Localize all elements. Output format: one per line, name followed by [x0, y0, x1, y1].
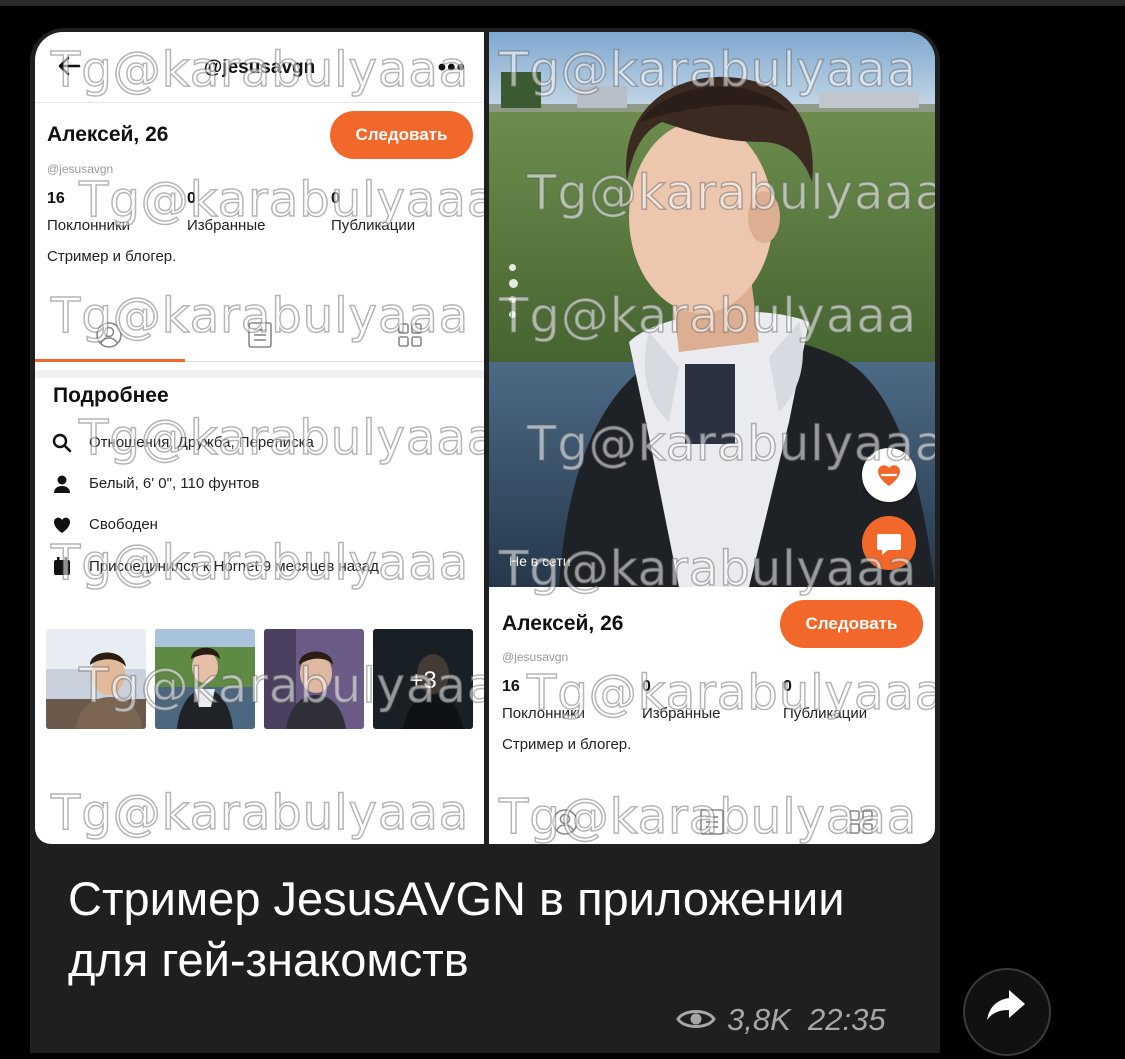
top-divider	[0, 0, 1125, 6]
profile-bio: Стример и блогер.	[502, 736, 632, 753]
detail-joined: Присоединился к Hornet 9 месяцев назад	[89, 558, 379, 575]
view-count: 3,8K	[727, 1002, 791, 1037]
more-options-icon[interactable]: •••	[438, 54, 466, 82]
share-button[interactable]	[963, 968, 1051, 1056]
profile-photo[interactable]	[489, 32, 935, 587]
fans-count: 16	[47, 190, 65, 207]
calendar-icon	[54, 557, 70, 575]
posts-count: 0	[783, 678, 792, 695]
heart-icon	[53, 517, 71, 533]
share-arrow-icon	[987, 990, 1025, 1020]
photo-thumbnail-3[interactable]	[264, 629, 364, 729]
heart-icon	[878, 465, 900, 486]
photo-thumbnail-2[interactable]	[155, 629, 255, 729]
online-status: Не в сети	[509, 553, 571, 569]
posts-tab-icon[interactable]	[697, 807, 727, 837]
fans-label[interactable]: Поклонники	[47, 217, 130, 234]
follow-button[interactable]: Следовать	[330, 111, 473, 159]
profile-handle: @jesusavgn	[502, 650, 569, 664]
active-tab-indicator	[35, 359, 185, 362]
profile-header: @jesusavgn •••	[35, 32, 484, 103]
favorites-label[interactable]: Избранные	[187, 217, 265, 234]
profile-name: Алексей, 26	[502, 612, 624, 635]
message-time: 22:35	[808, 1002, 886, 1037]
photo-pager-dots	[509, 264, 518, 326]
search-icon	[52, 433, 72, 453]
message-button[interactable]	[862, 516, 916, 570]
person-icon	[54, 475, 70, 493]
posts-label[interactable]: Публикации	[331, 217, 415, 234]
detail-body: Белый, 6' 0", 110 фунтов	[89, 475, 260, 492]
watermark-text: Tg@karabulyaaa	[78, 171, 484, 229]
fans-count: 16	[502, 678, 520, 695]
profile-bio: Стример и блогер.	[47, 248, 177, 265]
favorites-label[interactable]: Избранные	[642, 705, 720, 722]
watermark-text: Tg@karabulyaaa	[50, 784, 470, 842]
favorites-count: 0	[642, 678, 651, 695]
chat-icon	[877, 534, 901, 555]
profile-tab-icon[interactable]	[550, 807, 580, 837]
profile-tab-icon[interactable]	[94, 320, 124, 350]
grid-tab-icon[interactable]	[846, 807, 876, 837]
views-eye-icon	[676, 1010, 716, 1028]
fans-label[interactable]: Поклонники	[502, 705, 585, 722]
detail-relationship: Свободен	[89, 516, 158, 533]
detail-looking-for: Отношения, Дружба, Переписка	[89, 434, 314, 451]
follow-button[interactable]: Следовать	[780, 600, 923, 648]
photo-thumbnail-more[interactable]: +3	[373, 629, 473, 729]
left-profile-screenshot[interactable]: @jesusavgn ••• Алексей, 26 Следовать @je…	[35, 32, 484, 844]
grid-tab-icon[interactable]	[395, 320, 425, 350]
details-title: Подробнее	[53, 384, 169, 407]
posts-tab-icon[interactable]	[245, 320, 275, 350]
message-caption: Стример JesusAVGN в приложении для гей-з…	[68, 872, 845, 986]
header-title: @jesusavgn	[203, 57, 316, 78]
right-profile-screenshot[interactable]: Не в сети Алексей, 26 Следовать @jesusav…	[489, 32, 935, 844]
posts-count: 0	[331, 190, 340, 207]
favorites-count: 0	[187, 190, 196, 207]
section-spacer	[35, 370, 484, 378]
posts-label[interactable]: Публикации	[783, 705, 867, 722]
profile-handle: @jesusavgn	[47, 162, 114, 176]
like-button[interactable]	[862, 448, 916, 502]
more-photos-count: +3	[409, 667, 437, 694]
photo-thumbnail-1[interactable]	[46, 629, 146, 729]
watermark-text: Tg@karabulyaaa	[526, 664, 935, 722]
profile-name: Алексей, 26	[47, 123, 169, 146]
